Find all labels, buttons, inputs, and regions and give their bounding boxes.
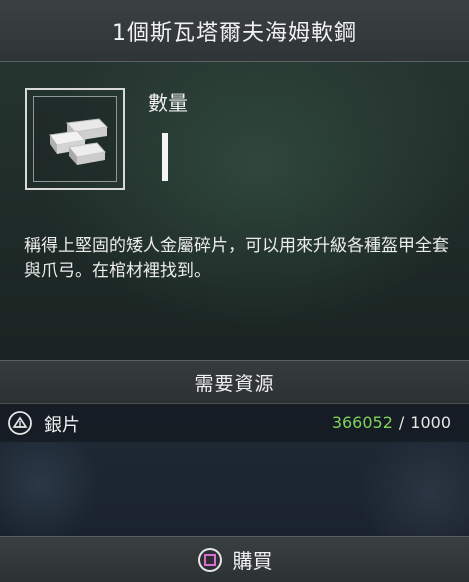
quantity-input-cursor[interactable] xyxy=(162,133,168,181)
buy-label: 購買 xyxy=(232,549,273,573)
resources-area: 銀片 366052 / 1000 xyxy=(0,404,469,536)
shop-purchase-panel: 1個斯瓦塔爾夫海姆軟鋼 數量 稱得上堅固的矮人金屬碎片，可以用來升級各種盔甲全套… xyxy=(0,0,469,582)
silver-icon xyxy=(8,411,32,435)
item-icon-frame xyxy=(25,88,125,190)
quantity-label: 數量 xyxy=(148,91,188,115)
required-resources-title: 需要資源 xyxy=(194,372,275,395)
resource-amount: 366052 / 1000 xyxy=(332,413,451,432)
item-icon-slot xyxy=(33,96,117,182)
resource-name: 銀片 xyxy=(44,415,80,436)
metal-ingot-icon xyxy=(49,118,109,165)
resource-cost-amount: 1000 xyxy=(410,413,451,432)
item-detail-area: 數量 稱得上堅固的矮人金屬碎片，可以用來升級各種盔甲全套與爪弓。在棺材裡找到。 xyxy=(0,62,469,360)
title-bar: 1個斯瓦塔爾夫海姆軟鋼 xyxy=(0,0,469,62)
required-resources-header: 需要資源 xyxy=(0,360,469,404)
item-description: 稱得上堅固的矮人金屬碎片，可以用來升級各種盔甲全套與爪弓。在棺材裡找到。 xyxy=(24,236,449,281)
resource-amount-separator: / xyxy=(398,413,405,432)
square-button-icon xyxy=(197,547,222,572)
resource-row: 銀片 366052 / 1000 xyxy=(0,404,469,442)
resource-have-amount: 366052 xyxy=(331,413,393,432)
buy-button[interactable]: 購買 xyxy=(197,545,273,574)
item-title: 1個斯瓦塔爾夫海姆軟鋼 xyxy=(112,20,357,46)
buy-bar: 購買 xyxy=(0,536,469,582)
